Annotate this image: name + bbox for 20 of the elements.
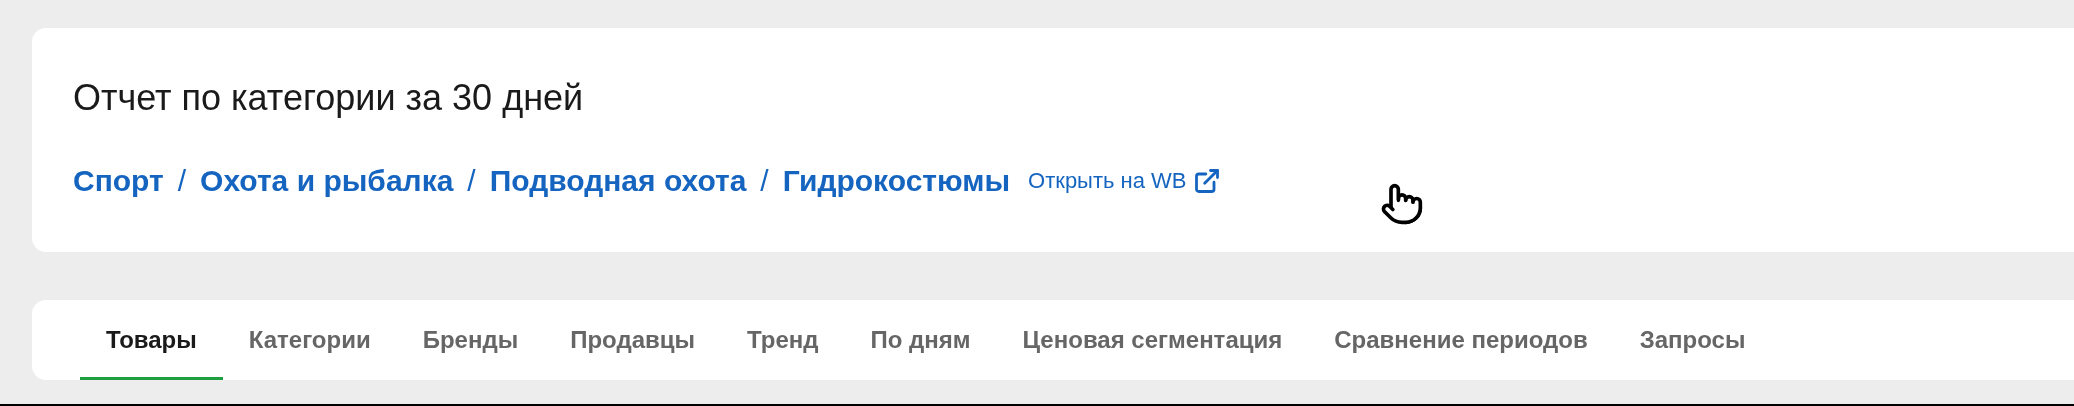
hand-cursor-icon (1380, 182, 1424, 226)
page-title: Отчет по категории за 30 дней (73, 76, 585, 120)
breadcrumb-link[interactable]: Гидрокостюмы (782, 158, 1011, 203)
tab[interactable]: Продавцы (544, 300, 721, 380)
open-external-link[interactable]: Открыть на WB (1028, 164, 1221, 197)
external-link-icon (1192, 166, 1221, 195)
breadcrumb-separator: / (467, 163, 476, 199)
tab[interactable]: Запросы (1613, 300, 1772, 380)
tab[interactable]: Сравнение периодов (1308, 300, 1614, 380)
breadcrumb-link[interactable]: Спорт (73, 158, 164, 203)
tab[interactable]: По дням (844, 300, 997, 380)
tab[interactable]: Категории (222, 300, 397, 380)
tab[interactable]: Тренд (721, 300, 845, 380)
tab[interactable]: Бренды (396, 300, 545, 380)
tab[interactable]: Товары (80, 300, 223, 380)
tab[interactable]: Ценовая сегментация (996, 300, 1309, 380)
breadcrumb-separator: / (177, 163, 187, 199)
breadcrumb-link[interactable]: Подводная охота (489, 158, 747, 203)
breadcrumb-link[interactable]: Охота и рыбалка (200, 158, 454, 203)
breadcrumb-separator: / (760, 163, 769, 199)
